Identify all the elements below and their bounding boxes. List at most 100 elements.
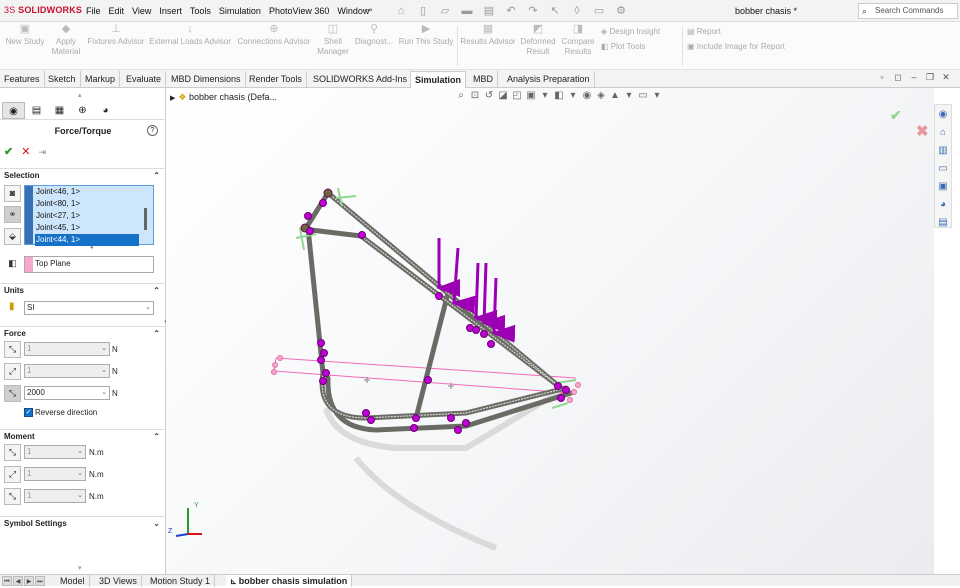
selection-list[interactable]: Joint<46, 1> Joint<80, 1> Joint<27, 1> J… xyxy=(24,185,154,246)
deformed-result-button[interactable]: ◩ Deformed Result xyxy=(518,24,558,57)
list-item-selected[interactable]: Joint<44, 1> xyxy=(35,234,139,246)
panel-expand-handle[interactable]: ▾ xyxy=(78,564,82,572)
cancel-x-icon[interactable]: ✕ xyxy=(21,146,30,158)
list-item[interactable]: Joint<80, 1> xyxy=(35,198,139,210)
report-button[interactable]: ▤ Report xyxy=(687,27,721,36)
ok-check-icon[interactable]: ✔ xyxy=(4,146,13,158)
tile-icon[interactable]: ▫ xyxy=(874,72,890,83)
configuration-manager-tab-icon[interactable]: ▦ xyxy=(48,102,71,119)
design-insight-button[interactable]: ◈ Design Insight xyxy=(601,27,660,36)
view-palette-icon[interactable]: ▣ xyxy=(935,179,951,195)
force-y-input[interactable]: 1 ⌄ xyxy=(24,364,110,378)
tab-mbd-dimensions[interactable]: MBD Dimensions xyxy=(167,71,246,88)
panel-collapse-handle[interactable]: ▴ xyxy=(78,91,82,99)
file-explorer-icon[interactable]: ▭ xyxy=(935,161,951,177)
beams-selection-icon[interactable]: ⬙ xyxy=(4,228,21,245)
options-gear-icon[interactable]: ⚙ xyxy=(610,3,632,19)
home-icon[interactable]: ⌂ xyxy=(390,3,412,19)
confirmation-cancel-icon[interactable]: ✖ xyxy=(916,122,929,140)
rebuild-icon[interactable]: ◊ xyxy=(566,3,588,19)
list-item[interactable]: Joint<45, 1> xyxy=(35,222,139,234)
fixtures-advisor-button[interactable]: ⊥ Fixtures Advisor xyxy=(86,24,146,47)
diagnostics-button[interactable]: ⚲ Diagnost... xyxy=(353,24,395,47)
list-item[interactable]: Joint<27, 1> xyxy=(35,210,139,222)
tab-model[interactable]: Model xyxy=(56,575,90,587)
normal-direction-icon[interactable]: ◙ xyxy=(4,185,21,202)
reference-plane-field[interactable]: Top Plane xyxy=(24,256,154,273)
menu-photoview[interactable]: PhotoView 360 xyxy=(269,6,329,16)
selection-scrollbar[interactable] xyxy=(144,208,147,230)
redo-icon[interactable]: ↷ xyxy=(522,3,544,19)
tab-render-tools[interactable]: Render Tools xyxy=(245,71,307,88)
force-z-direction-icon[interactable]: ⤡ xyxy=(4,385,21,402)
print-icon[interactable]: ▤ xyxy=(478,3,500,19)
plot-tools-button[interactable]: ◧ Plot Tools xyxy=(601,42,645,51)
tab-analysis-preparation[interactable]: Analysis Preparation xyxy=(503,71,595,88)
property-manager-tab-icon[interactable]: ▤ xyxy=(25,102,48,119)
first-tab-icon[interactable]: ⏮ xyxy=(2,576,12,586)
select-icon[interactable]: ↖ xyxy=(544,3,566,19)
solidworks-logo[interactable]: 3S SOLIDWORKS xyxy=(4,5,82,15)
moment-y-input[interactable]: 1 ⌄ xyxy=(24,467,86,481)
moment-x-direction-icon[interactable]: ⤡ xyxy=(4,444,21,461)
menu-view[interactable]: View xyxy=(132,6,151,16)
menu-insert[interactable]: Insert xyxy=(159,6,182,16)
run-study-button[interactable]: ▶ Run This Study xyxy=(397,24,455,47)
tab-evaluate[interactable]: Evaluate xyxy=(122,71,167,88)
help-icon[interactable]: ? xyxy=(147,125,158,136)
restore-icon[interactable]: ◻ xyxy=(890,72,906,83)
previous-tab-icon[interactable]: ◀ xyxy=(13,576,23,586)
selection-section-header[interactable]: Selection ⌃ xyxy=(0,168,166,181)
moment-x-input[interactable]: 1 ⌄ xyxy=(24,445,86,459)
pushpin-icon[interactable]: ⇥ xyxy=(38,147,46,157)
confirmation-ok-icon[interactable]: ✔ xyxy=(890,107,902,124)
include-image-button[interactable]: ▣ Include Image for Report xyxy=(687,42,785,51)
tab-simulation[interactable]: Simulation xyxy=(410,71,467,88)
open-icon[interactable]: ▱ xyxy=(434,3,456,19)
new-study-button[interactable]: ▣ New Study xyxy=(4,24,46,47)
pin-menu-icon[interactable]: ⊸ xyxy=(364,5,372,16)
dimxpert-tab-icon[interactable]: ⊕ xyxy=(71,102,94,119)
search-commands-input[interactable]: ⌕ Search Commands xyxy=(858,3,958,19)
force-x-input[interactable]: 1 ⌄ xyxy=(24,342,110,356)
display-manager-tab-icon[interactable]: ◕ xyxy=(94,102,117,119)
maximize-icon[interactable]: ❐ xyxy=(922,72,938,83)
selected-direction-icon[interactable]: ⚭ xyxy=(4,206,21,223)
force-x-direction-icon[interactable]: ⤡ xyxy=(4,341,21,358)
tab-sketch[interactable]: Sketch xyxy=(44,71,81,88)
home-icon[interactable]: ⌂ xyxy=(935,125,951,141)
tab-solidworks-addins[interactable]: SOLIDWORKS Add-Ins xyxy=(309,71,413,88)
external-loads-button[interactable]: ↓ External Loads Advisor xyxy=(148,24,232,47)
undo-icon[interactable]: ↶ xyxy=(500,3,522,19)
units-select[interactable]: SI ⌄ xyxy=(24,301,154,315)
custom-properties-icon[interactable]: ▤ xyxy=(935,215,951,231)
solidworks-resources-icon[interactable]: ◉ xyxy=(935,107,951,123)
moment-y-direction-icon[interactable]: ⤢ xyxy=(4,466,21,483)
list-item[interactable]: Joint<46, 1> xyxy=(35,186,139,198)
resize-handle[interactable]: ● xyxy=(90,245,94,251)
chassis-model[interactable] xyxy=(166,88,934,574)
tab-mbd[interactable]: MBD xyxy=(469,71,498,88)
menu-simulation[interactable]: Simulation xyxy=(219,6,261,16)
design-library-icon[interactable]: ▥ xyxy=(935,143,951,159)
shell-manager-button[interactable]: ◫ Shell Manager xyxy=(316,24,350,57)
force-z-input[interactable]: 2000 ⌄ xyxy=(24,386,110,400)
new-document-icon[interactable]: ▯ xyxy=(412,3,434,19)
compare-results-button[interactable]: ◨ Compare Results xyxy=(560,24,596,57)
connections-advisor-button[interactable]: ⊕ Connections Advisor xyxy=(234,24,314,47)
save-icon[interactable]: ▬ xyxy=(456,3,478,19)
next-tab-icon[interactable]: ▶ xyxy=(24,576,34,586)
feature-manager-tab-icon[interactable]: ◉ xyxy=(2,102,25,119)
last-tab-icon[interactable]: ⏭ xyxy=(35,576,45,586)
force-section-header[interactable]: Force ⌃ xyxy=(0,326,166,339)
appearances-icon[interactable]: ◕ xyxy=(935,197,951,213)
moment-z-direction-icon[interactable]: ⤡ xyxy=(4,488,21,505)
close-icon[interactable]: ✕ xyxy=(938,72,954,83)
tab-features[interactable]: Features xyxy=(0,71,45,88)
results-advisor-button[interactable]: ▦ Results Advisor xyxy=(459,24,517,47)
tab-motion-study[interactable]: Motion Study 1 xyxy=(146,575,216,587)
graphics-area[interactable]: ▶ ❖ bobber chasis (Defa... ⌕ ⊡ ↺ ◪ ◰ ▣ ▾ … xyxy=(166,88,934,574)
file-properties-icon[interactable]: ▭ xyxy=(588,3,610,19)
tab-3d-views[interactable]: 3D Views xyxy=(95,575,142,587)
tab-markup[interactable]: Markup xyxy=(81,71,121,88)
